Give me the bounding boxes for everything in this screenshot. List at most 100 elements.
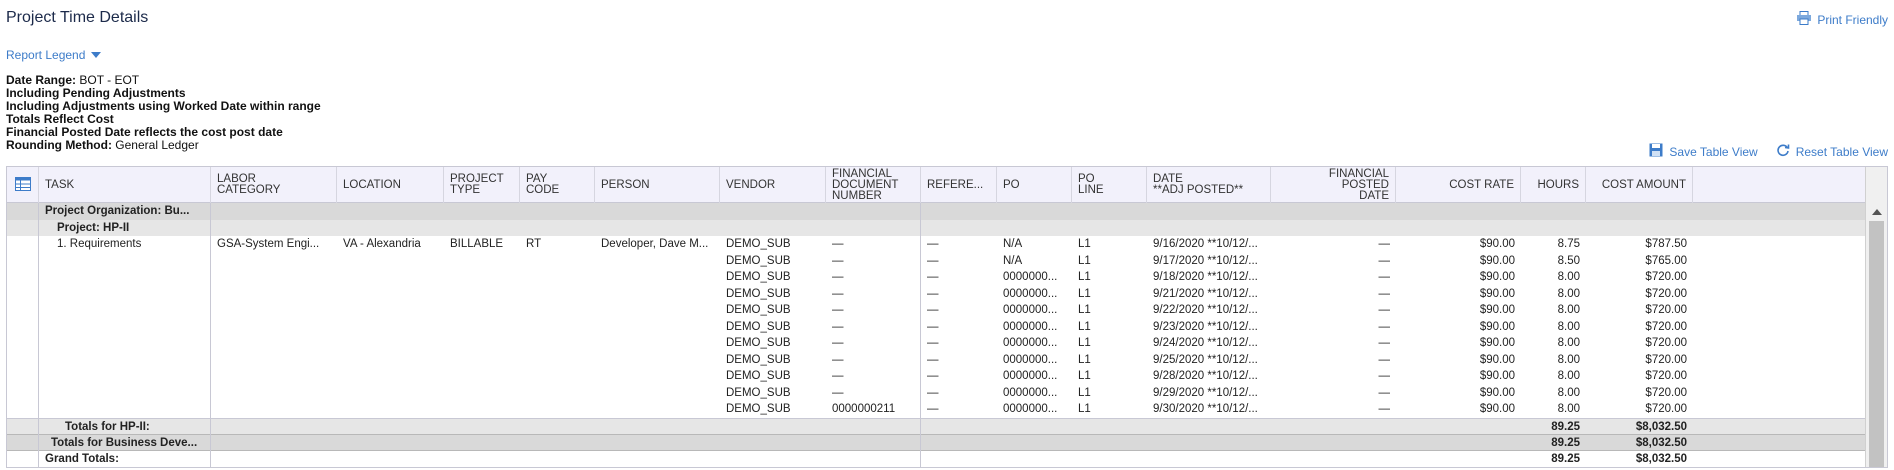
- table-row[interactable]: 1. Requirements GSA-System Engi... VA - Al…: [7, 236, 1865, 253]
- table-row[interactable]: DEMO_SUB — — 0000000... L1 9/22/2020 **10/12/…: [7, 302, 1865, 319]
- column-header-vendor[interactable]: VENDOR: [720, 167, 826, 203]
- column-header-pay-code[interactable]: PAY CODE: [520, 167, 595, 203]
- scroll-thumb[interactable]: [1869, 221, 1884, 467]
- cell-cost-amount: $720.00: [1645, 370, 1687, 382]
- table-row[interactable]: DEMO_SUB — — 0000000... L1 9/28/2020 **10/12/…: [7, 368, 1865, 385]
- cell-cost-rate: $90.00: [1479, 238, 1515, 250]
- cell-cost-rate: $90.00: [1479, 271, 1515, 283]
- table-row[interactable]: DEMO_SUB — — 0000000... L1 9/24/2020 **10/12/…: [7, 335, 1865, 352]
- column-divider: [210, 203, 211, 467]
- cell-vendor: DEMO_SUB: [726, 254, 791, 267]
- cell-pay-code: RT: [526, 238, 542, 250]
- column-header-po-line[interactable]: PO LINE: [1072, 167, 1147, 203]
- cell-vendor: DEMO_SUB: [726, 370, 791, 382]
- cell-vendor: DEMO_SUB: [726, 353, 791, 366]
- cell-date: 9/17/2020 **10/12/...: [1153, 254, 1258, 267]
- print-friendly-link[interactable]: Print Friendly: [1796, 11, 1888, 28]
- criteria-label: Financial Posted Date reflects the cost …: [6, 125, 283, 139]
- column-header-reference[interactable]: REFERE...: [921, 167, 997, 203]
- column-header-task[interactable]: TASK: [39, 167, 211, 203]
- cell-fin-posted: —: [1378, 403, 1391, 415]
- table-row[interactable]: DEMO_SUB — — 0000000... L1 9/29/2020 **10/12/…: [7, 385, 1865, 402]
- cell-fin-posted: —: [1378, 271, 1391, 283]
- cell-cost-rate: $90.00: [1479, 353, 1515, 366]
- cell-reference: —: [927, 353, 939, 366]
- totals-cost-amount: $8,032.50: [1635, 437, 1687, 449]
- cell-cost-amount: $720.00: [1645, 403, 1687, 415]
- cell-date: 9/30/2020 **10/12/...: [1153, 403, 1258, 415]
- cell-hours: 8.00: [1557, 271, 1580, 283]
- cell-cost-amount: $720.00: [1645, 271, 1687, 283]
- cell-date: 9/21/2020 **10/12/...: [1153, 287, 1258, 300]
- cell-po: N/A: [1003, 238, 1023, 250]
- cell-hours: 8.00: [1557, 403, 1580, 415]
- cell-po: 0000000...: [1003, 403, 1058, 415]
- grand-totals-row: Grand Totals: 89.25 $8,032.50: [7, 451, 1865, 468]
- cell-po: 0000000...: [1003, 386, 1058, 399]
- cell-po-line: L1: [1078, 254, 1091, 267]
- page-title: Project Time Details: [6, 9, 149, 26]
- column-header-cost-amount[interactable]: COST AMOUNT: [1586, 167, 1693, 203]
- column-divider: [920, 203, 921, 467]
- cell-vendor: DEMO_SUB: [726, 271, 791, 283]
- criteria-label: Totals Reflect Cost: [6, 112, 114, 126]
- column-header-date[interactable]: DATE **ADJ POSTED**: [1147, 167, 1271, 203]
- table-row[interactable]: DEMO_SUB — — 0000000... L1 9/23/2020 **10/12/…: [7, 319, 1865, 336]
- group-label: Project Organization: Bu...: [45, 205, 190, 217]
- cell-reference: —: [927, 304, 939, 316]
- column-header-location[interactable]: LOCATION: [337, 167, 444, 203]
- cell-location: VA - Alexandria: [343, 238, 421, 250]
- column-header-labor-category[interactable]: LABOR CATEGORY: [211, 167, 337, 203]
- cell-fin-doc: —: [832, 386, 844, 399]
- cell-cost-amount: $720.00: [1645, 337, 1687, 349]
- report-legend-label: Report Legend: [6, 48, 86, 62]
- column-header-financial-posted-date[interactable]: FINANCIAL POSTED DATE: [1271, 167, 1396, 203]
- cell-vendor: DEMO_SUB: [726, 287, 791, 300]
- cell-reference: —: [927, 337, 939, 349]
- column-chooser-button[interactable]: [7, 167, 39, 203]
- cell-cost-rate: $90.00: [1479, 304, 1515, 316]
- cell-fin-posted: —: [1378, 370, 1391, 382]
- cell-fin-doc: —: [832, 287, 844, 300]
- scroll-up-icon[interactable]: [1872, 209, 1882, 215]
- table-row[interactable]: DEMO_SUB — — 0000000... L1 9/25/2020 **10/12/…: [7, 352, 1865, 369]
- cell-po-line: L1: [1078, 304, 1091, 316]
- caret-down-icon: [91, 52, 102, 58]
- column-header-po[interactable]: PO: [997, 167, 1072, 203]
- group-row-organization: Project Organization: Bu...: [7, 203, 1865, 220]
- table-row[interactable]: DEMO_SUB — — 0000000... L1 9/18/2020 **10/12/…: [7, 269, 1865, 286]
- vertical-scrollbar[interactable]: [1865, 167, 1887, 467]
- cell-po-line: L1: [1078, 287, 1091, 300]
- table-actions: Save Table View Reset Table View: [1649, 143, 1888, 160]
- cell-po: 0000000...: [1003, 287, 1058, 300]
- column-chooser-icon: [15, 177, 31, 194]
- cell-fin-posted: —: [1378, 386, 1391, 399]
- column-header-cost-rate[interactable]: COST RATE: [1396, 167, 1521, 203]
- save-table-view-button[interactable]: Save Table View: [1649, 143, 1758, 160]
- cell-date: 9/16/2020 **10/12/...: [1153, 238, 1258, 250]
- column-header-hours[interactable]: HOURS: [1521, 167, 1586, 203]
- table-row[interactable]: DEMO_SUB — — N/A L1 9/17/2020 **10/12/... — $90…: [7, 253, 1865, 270]
- table-row[interactable]: DEMO_SUB 0000000211 — 0000000... L1 9/30/2020…: [7, 401, 1865, 418]
- cell-date: 9/28/2020 **10/12/...: [1153, 370, 1258, 382]
- cell-reference: —: [927, 238, 939, 250]
- project-time-table: TASK LABOR CATEGORY LOCATION PROJECT TYP…: [6, 166, 1888, 468]
- totals-hours: 89.25: [1551, 420, 1580, 433]
- cell-fin-doc: 0000000211: [832, 403, 896, 415]
- cell-fin-posted: —: [1378, 254, 1391, 267]
- report-criteria: Date Range: BOT - EOT Including Pending …: [6, 74, 321, 152]
- column-header-financial-document-number[interactable]: FINANCIAL DOCUMENT NUMBER: [826, 167, 921, 203]
- cell-vendor: DEMO_SUB: [726, 337, 791, 349]
- cell-hours: 8.00: [1557, 337, 1580, 349]
- cell-task: 1. Requirements: [57, 238, 142, 250]
- report-legend-toggle[interactable]: Report Legend: [6, 48, 102, 62]
- column-header-project-type[interactable]: PROJECT TYPE: [444, 167, 520, 203]
- reset-table-view-button[interactable]: Reset Table View: [1776, 143, 1888, 160]
- cell-hours: 8.00: [1557, 386, 1580, 399]
- cell-cost-amount: $720.00: [1645, 386, 1687, 399]
- column-header-person[interactable]: PERSON: [595, 167, 720, 203]
- cell-po: 0000000...: [1003, 271, 1058, 283]
- cell-vendor: DEMO_SUB: [726, 320, 791, 333]
- table-row[interactable]: DEMO_SUB — — 0000000... L1 9/21/2020 **10/12/…: [7, 286, 1865, 303]
- cell-po-line: L1: [1078, 238, 1091, 250]
